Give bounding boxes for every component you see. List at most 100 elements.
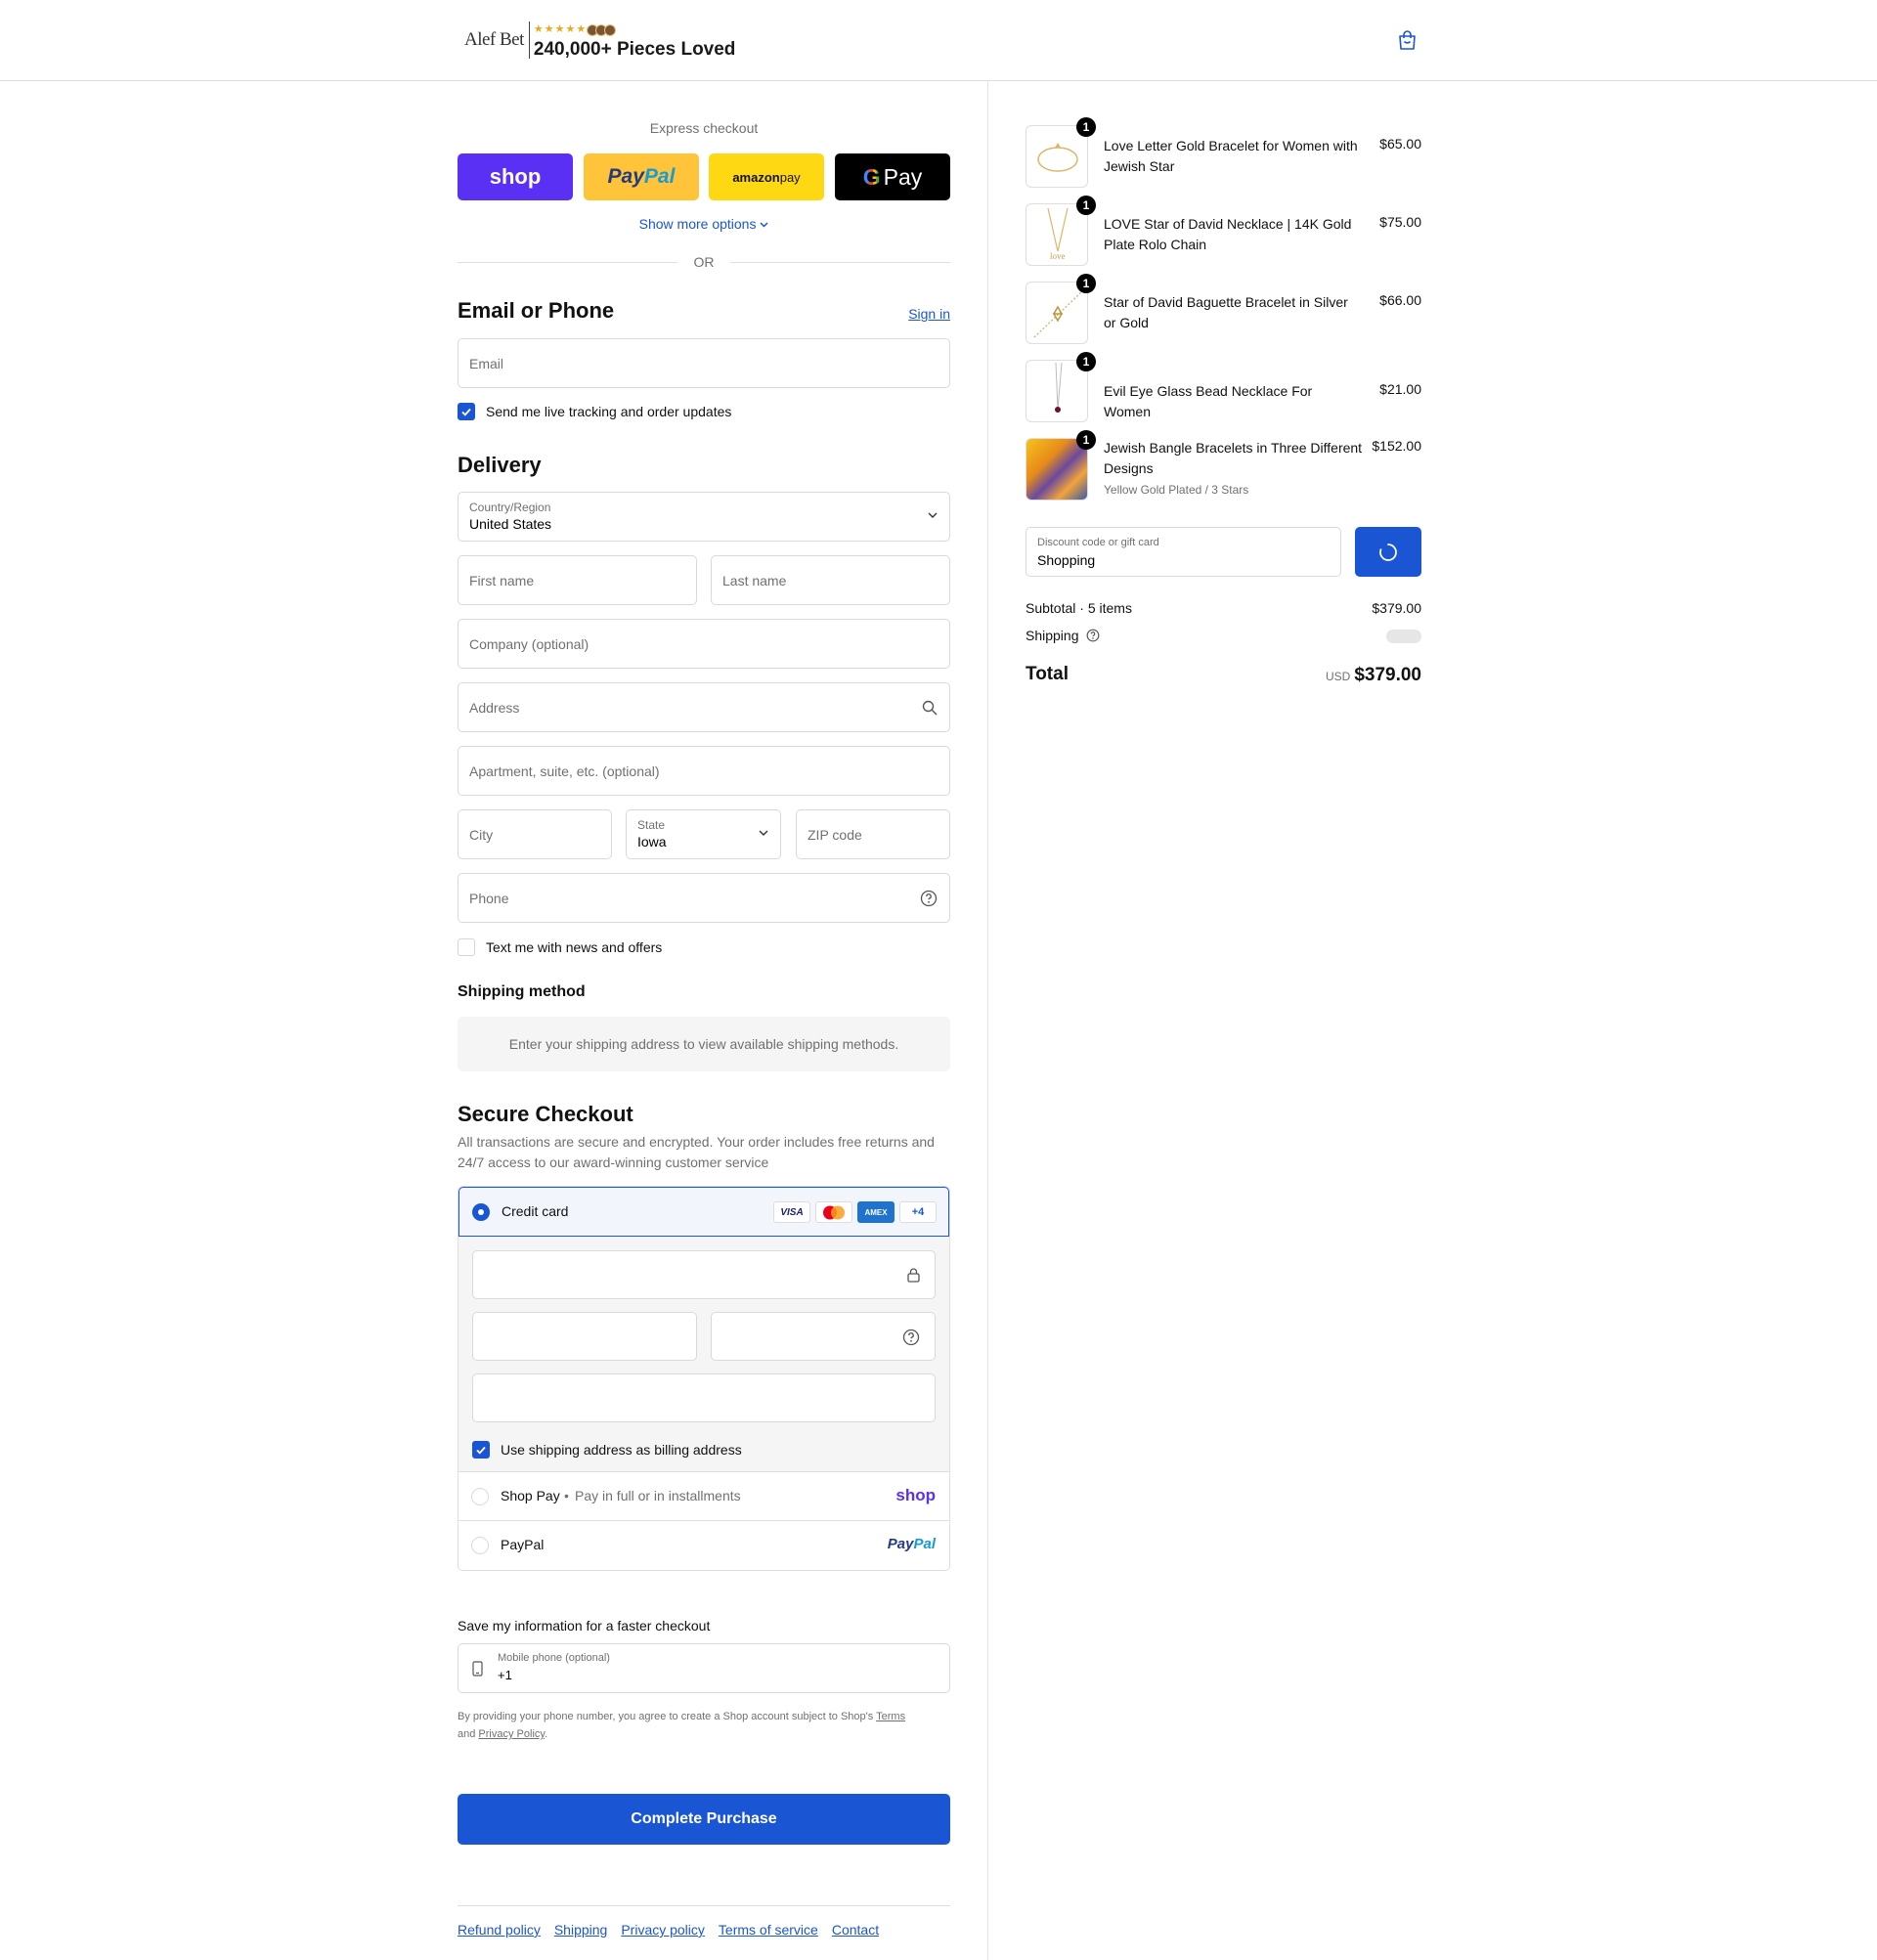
product-name: LOVE Star of David Necklace | 14K Gold P…	[1104, 216, 1352, 252]
state-select[interactable]: State Iowa	[626, 809, 781, 859]
order-updates-label: Send me live tracking and order updates	[486, 404, 732, 419]
quantity-badge: 1	[1076, 196, 1096, 215]
product-image	[1026, 360, 1088, 422]
store-logo[interactable]: Alef Bet ★★★★★ 240,000+ Pieces Loved	[464, 20, 735, 61]
more-cards-badge: +4	[899, 1201, 937, 1223]
first-name-field[interactable]: First name	[458, 555, 697, 605]
contact-link[interactable]: Contact	[832, 1922, 879, 1938]
refund-policy-link[interactable]: Refund policy	[458, 1922, 541, 1938]
save-info-title: Save my information for a faster checkou…	[458, 1618, 711, 1633]
expiration-field[interactable]	[472, 1312, 697, 1361]
shop-pay-radio[interactable]	[471, 1488, 489, 1505]
help-circle-icon[interactable]	[920, 890, 938, 907]
last-name-placeholder: Last name	[722, 573, 787, 588]
product-price: $66.00	[1379, 292, 1421, 308]
lock-icon	[907, 1268, 920, 1283]
payment-methods: Credit card VISA AMEX +4 Use shipping ad…	[458, 1186, 950, 1571]
express-checkout-title: Express checkout	[649, 120, 759, 136]
billing-same-checkbox[interactable]	[472, 1441, 490, 1459]
privacy-policy-footer-link[interactable]: Privacy policy	[621, 1922, 705, 1938]
product-image	[1026, 282, 1088, 344]
subtotal-label: Subtotal · 5 items	[1026, 600, 1132, 616]
credit-card-radio[interactable]	[472, 1203, 490, 1221]
quantity-badge: 1	[1076, 430, 1096, 450]
terms-link[interactable]: Terms	[876, 1711, 905, 1722]
shop-legal-text: By providing your phone number, you agre…	[458, 1711, 906, 1740]
shipping-policy-link[interactable]: Shipping	[554, 1922, 608, 1938]
amazon-pay-button[interactable]: amazon pay	[709, 153, 824, 200]
complete-purchase-button[interactable]: Complete Purchase	[458, 1794, 950, 1845]
complete-purchase-label: Complete Purchase	[631, 1810, 777, 1827]
total-row: Total USD $379.00	[1026, 664, 1421, 693]
apartment-field[interactable]: Apartment, suite, etc. (optional)	[458, 746, 950, 796]
privacy-policy-link[interactable]: Privacy Policy	[478, 1728, 545, 1740]
company-field[interactable]: Company (optional)	[458, 619, 950, 669]
show-more-options-link[interactable]: Show more options	[458, 216, 950, 232]
help-circle-icon[interactable]	[1086, 629, 1100, 642]
shipping-method-title: Shipping method	[458, 983, 586, 1000]
logo-rating: ★★★★★	[534, 22, 736, 38]
mobile-phone-icon	[472, 1661, 483, 1677]
apply-discount-button[interactable]	[1355, 527, 1421, 577]
header: Alef Bet ★★★★★ 240,000+ Pieces Loved	[0, 0, 1877, 81]
google-g-icon: G	[862, 163, 881, 190]
apartment-placeholder: Apartment, suite, etc. (optional)	[469, 763, 660, 779]
logo-tagline-block: ★★★★★ 240,000+ Pieces Loved	[530, 22, 736, 59]
shopping-bag-icon[interactable]	[1398, 30, 1417, 51]
product-price: $65.00	[1379, 136, 1421, 152]
product-price: $21.00	[1379, 381, 1421, 397]
product-name: Star of David Baguette Bracelet in Silve…	[1104, 294, 1348, 330]
terms-of-service-link[interactable]: Terms of service	[719, 1922, 818, 1938]
discount-code-value: Shopping	[1037, 552, 1096, 568]
paypal-logo: PayPal	[887, 1536, 936, 1552]
order-updates-checkbox[interactable]	[458, 403, 475, 420]
address-field[interactable]: Address	[458, 682, 950, 732]
email-field[interactable]: Email	[458, 338, 950, 388]
city-field[interactable]: City	[458, 809, 612, 859]
shop-pay-option[interactable]: Shop Pay • Pay in full or in installment…	[458, 1471, 949, 1520]
show-more-label: Show more options	[638, 216, 757, 232]
quantity-badge: 1	[1076, 274, 1096, 293]
column-divider	[987, 81, 988, 1960]
chevron-down-icon	[760, 222, 768, 228]
product-image	[1026, 125, 1088, 188]
chevron-down-icon	[759, 830, 768, 836]
amazon-pay-text: pay	[779, 169, 801, 185]
shipping-label: Shipping	[1026, 628, 1079, 643]
shop-pay-label: Shop Pay	[501, 1488, 560, 1503]
security-code-field[interactable]	[711, 1312, 936, 1361]
logo-brand: Alef Bet	[464, 22, 530, 59]
mobile-phone-field[interactable]: Mobile phone (optional) +1	[458, 1643, 950, 1693]
country-select[interactable]: Country/Region United States	[458, 492, 950, 542]
amex-icon: AMEX	[857, 1201, 895, 1223]
google-pay-button[interactable]: G Pay	[835, 153, 950, 200]
quantity-badge: 1	[1076, 117, 1096, 137]
sign-in-link[interactable]: Sign in	[908, 306, 950, 322]
text-offers-checkbox[interactable]	[458, 938, 475, 956]
product-variant: Yellow Gold Plated / 3 Stars	[1104, 483, 1249, 497]
quantity-badge: 1	[1076, 352, 1096, 371]
card-number-field[interactable]	[472, 1250, 936, 1299]
paypal-button[interactable]: Pay Pal	[584, 153, 699, 200]
discount-code-field[interactable]: Discount code or gift card Shopping	[1026, 527, 1341, 577]
paypal-option[interactable]: PayPal PayPal	[458, 1520, 949, 1569]
delivery-title: Delivery	[458, 453, 542, 477]
credit-card-label: Credit card	[502, 1203, 569, 1219]
order-item: 1 Love Letter Gold Bracelet for Women wi…	[1026, 117, 1421, 190]
contact-title: Email or Phone	[458, 298, 615, 323]
paypal-radio[interactable]	[471, 1537, 489, 1554]
last-name-field[interactable]: Last name	[711, 555, 950, 605]
payment-title: Secure Checkout	[458, 1102, 633, 1126]
shipping-method-notice: Enter your shipping address to view avai…	[458, 1017, 950, 1071]
zip-field[interactable]: ZIP code	[796, 809, 950, 859]
paypal-label: PayPal	[501, 1537, 545, 1552]
or-divider: OR	[458, 253, 950, 271]
credit-card-option[interactable]: Credit card VISA AMEX +4	[458, 1187, 949, 1237]
name-on-card-field[interactable]	[472, 1373, 936, 1422]
phone-field[interactable]: Phone	[458, 873, 950, 923]
total-label: Total	[1026, 664, 1069, 684]
company-placeholder: Company (optional)	[469, 636, 589, 652]
help-circle-icon[interactable]	[902, 1328, 920, 1346]
shop-pay-button[interactable]: shop	[458, 153, 573, 200]
phone-placeholder: Phone	[469, 891, 509, 906]
